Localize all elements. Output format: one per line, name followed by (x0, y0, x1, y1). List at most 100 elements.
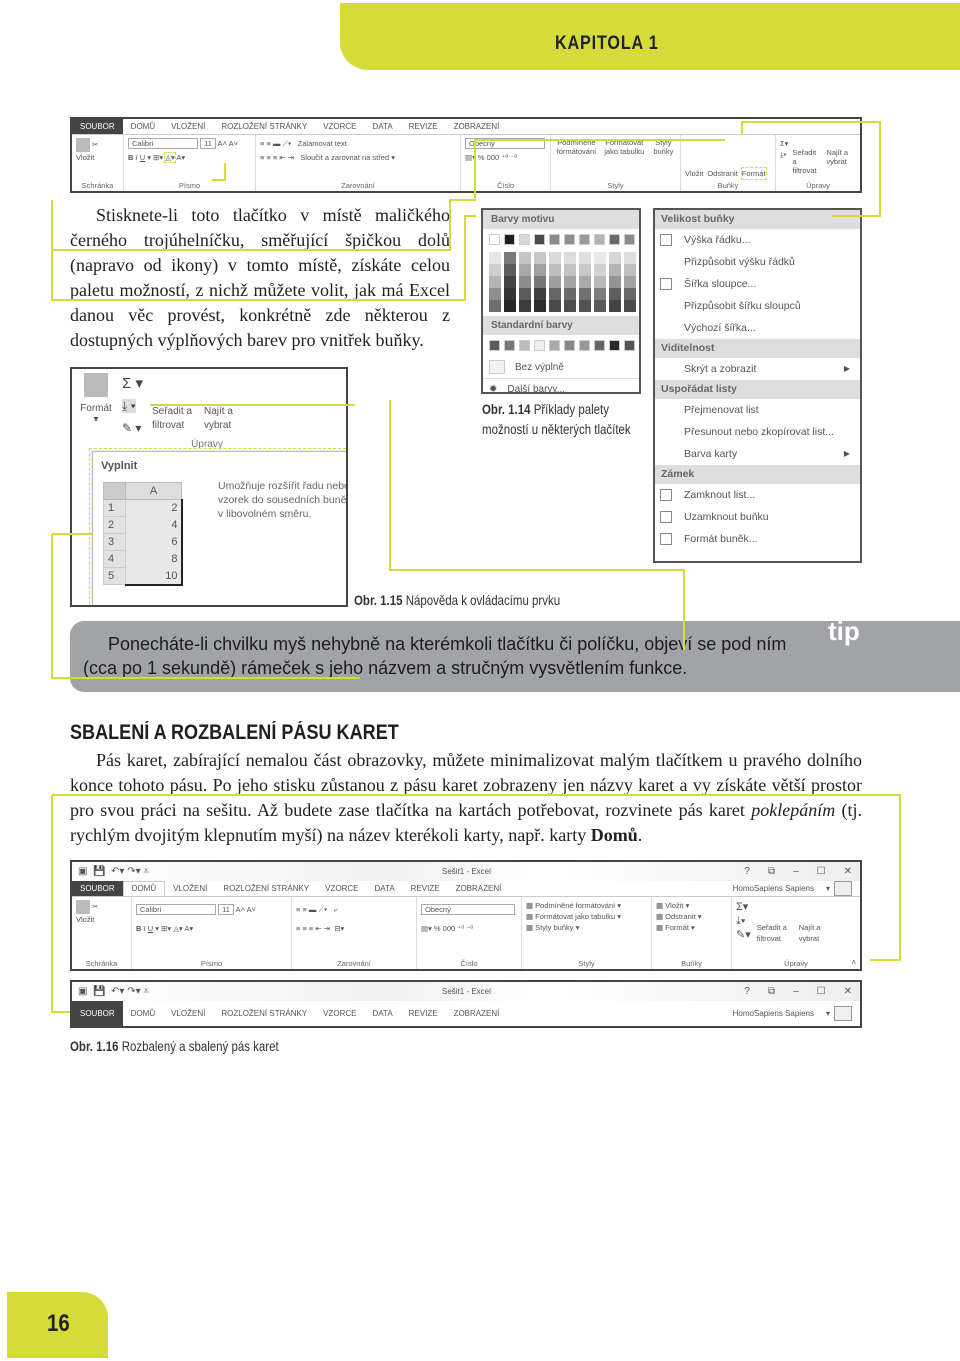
color-swatch[interactable] (564, 340, 575, 351)
color-swatch[interactable] (549, 252, 561, 264)
menu-item[interactable]: Přesunout nebo zkopírovat list... (655, 421, 860, 443)
color-swatch[interactable] (609, 252, 621, 264)
menu-item[interactable]: Výchozí šířka... (655, 317, 860, 339)
color-swatch[interactable] (564, 288, 576, 300)
color-swatch[interactable] (624, 276, 636, 288)
italic-button[interactable]: I (136, 153, 138, 162)
color-swatch[interactable] (489, 276, 501, 288)
color-swatch[interactable] (549, 300, 561, 312)
corner-cell[interactable] (103, 482, 126, 500)
tab-soubor[interactable]: SOUBOR (72, 1001, 123, 1026)
color-swatch[interactable] (534, 300, 546, 312)
help-icon[interactable]: ? (744, 986, 750, 997)
color-swatch[interactable] (624, 252, 636, 264)
color-swatch[interactable] (504, 234, 515, 245)
format-table-button[interactable]: Formátovat jako tabulku (602, 138, 647, 179)
cell-styles-button[interactable]: Styly buňky (651, 138, 676, 179)
number-format-select[interactable]: Obecný (421, 904, 515, 915)
color-swatch[interactable] (504, 276, 516, 288)
conditional-format-button[interactable]: Podmíněné formátování (535, 901, 615, 910)
tab-domu[interactable]: DOMŮ (123, 1009, 163, 1018)
color-swatch[interactable] (504, 252, 516, 264)
color-swatch[interactable] (534, 340, 545, 351)
color-swatch[interactable] (534, 288, 546, 300)
cell[interactable]: 10 (125, 567, 183, 586)
menu-item[interactable]: Přejmenovat list (655, 399, 860, 421)
font-size-select[interactable]: 11 (200, 138, 216, 149)
row-header[interactable]: 2 (103, 516, 126, 534)
paste-button[interactable]: Vložit (76, 914, 127, 925)
format-cells-button[interactable]: Formát (665, 923, 689, 932)
color-swatch[interactable] (624, 288, 636, 300)
color-swatch[interactable] (549, 288, 561, 300)
color-swatch[interactable] (564, 276, 576, 288)
color-swatch[interactable] (489, 264, 501, 276)
close-icon[interactable]: ✕ (844, 866, 852, 877)
color-swatch[interactable] (624, 300, 636, 312)
color-swatch[interactable] (549, 234, 560, 245)
color-swatch[interactable] (594, 264, 606, 276)
minimize-icon[interactable]: – (793, 986, 799, 997)
color-swatch[interactable] (594, 276, 606, 288)
menu-item[interactable]: Přizpůsobit šířku sloupců (655, 295, 860, 317)
font-color-button[interactable]: A▾ (176, 153, 185, 162)
color-swatch[interactable] (534, 234, 545, 245)
color-swatch[interactable] (609, 234, 620, 245)
merge-center-button[interactable]: Sloučit a zarovnat na střed (300, 153, 389, 162)
menu-item[interactable]: Zamknout list... (655, 484, 860, 506)
color-swatch[interactable] (624, 340, 635, 351)
user-account[interactable]: HomoSapiens Sapiens ▾ (717, 1006, 860, 1021)
tab-vlozeni[interactable]: VLOŽENÍ (163, 122, 213, 131)
user-account[interactable]: HomoSapiens Sapiens ▾ (717, 881, 860, 896)
color-swatch[interactable] (579, 340, 590, 351)
paste-icon[interactable] (76, 900, 90, 914)
color-swatch[interactable] (579, 300, 591, 312)
close-icon[interactable]: ✕ (844, 986, 852, 997)
row-header[interactable]: 4 (103, 550, 126, 568)
color-swatch[interactable] (579, 234, 590, 245)
autosum-icon[interactable]: Σ▾ ⤓▾ ✎▾ (736, 900, 751, 957)
find-select-button[interactable]: Najít a vybrat (799, 922, 831, 957)
tab-data[interactable]: DATA (367, 884, 403, 893)
color-swatch[interactable] (519, 264, 531, 276)
color-swatch[interactable] (594, 288, 606, 300)
format-cells-button[interactable]: Formát (740, 167, 767, 180)
color-swatch[interactable] (609, 288, 621, 300)
menu-item[interactable]: Výška řádku... (655, 229, 860, 251)
color-swatch[interactable] (564, 264, 576, 276)
sort-filter-button[interactable]: Seřadit a filtrovat (152, 405, 202, 433)
menu-item[interactable]: Uzamknout buňku (655, 506, 860, 528)
tab-data[interactable]: DATA (365, 1009, 401, 1018)
tab-rozlozeni[interactable]: ROZLOŽENÍ STRÁNKY (213, 1009, 315, 1018)
insert-cells-button[interactable]: Vložit (665, 901, 683, 910)
color-swatch[interactable] (534, 252, 546, 264)
color-swatch[interactable] (579, 264, 591, 276)
tab-soubor[interactable]: SOUBOR (72, 119, 123, 134)
insert-cells-button[interactable]: Vložit (685, 168, 703, 179)
menu-item[interactable]: Přizpůsobit výšku řádků (655, 251, 860, 273)
cell[interactable]: 6 (125, 533, 183, 551)
color-swatch[interactable] (504, 300, 516, 312)
color-swatch[interactable] (624, 264, 636, 276)
row-header[interactable]: 3 (103, 533, 126, 551)
fill-icon[interactable]: ⤓ ▾ (122, 399, 136, 413)
color-swatch[interactable] (489, 252, 501, 264)
number-format-select[interactable]: Obecný (465, 138, 545, 149)
tab-vzorce[interactable]: VZORCE (315, 1009, 364, 1018)
paste-button[interactable]: Vložit (76, 152, 119, 163)
color-swatch[interactable] (609, 264, 621, 276)
color-swatch[interactable] (504, 288, 516, 300)
color-swatch[interactable] (549, 340, 560, 351)
underline-button[interactable]: U (140, 153, 145, 162)
maximize-icon[interactable]: ☐ (817, 986, 826, 997)
tab-zobrazeni[interactable]: ZOBRAZENÍ (446, 1009, 508, 1018)
menu-item[interactable]: Šířka sloupce... (655, 273, 860, 295)
color-swatch[interactable] (594, 252, 606, 264)
ribbon-options-icon[interactable]: ⧉ (768, 866, 775, 877)
tab-domu[interactable]: DOMŮ (123, 122, 163, 131)
wrap-text-button[interactable]: Zalamovat text (298, 139, 347, 148)
fill-color-button[interactable]: ◬▾ (164, 152, 176, 163)
color-swatch[interactable] (504, 264, 516, 276)
bold-button[interactable]: B (128, 153, 133, 162)
color-swatch[interactable] (519, 340, 530, 351)
